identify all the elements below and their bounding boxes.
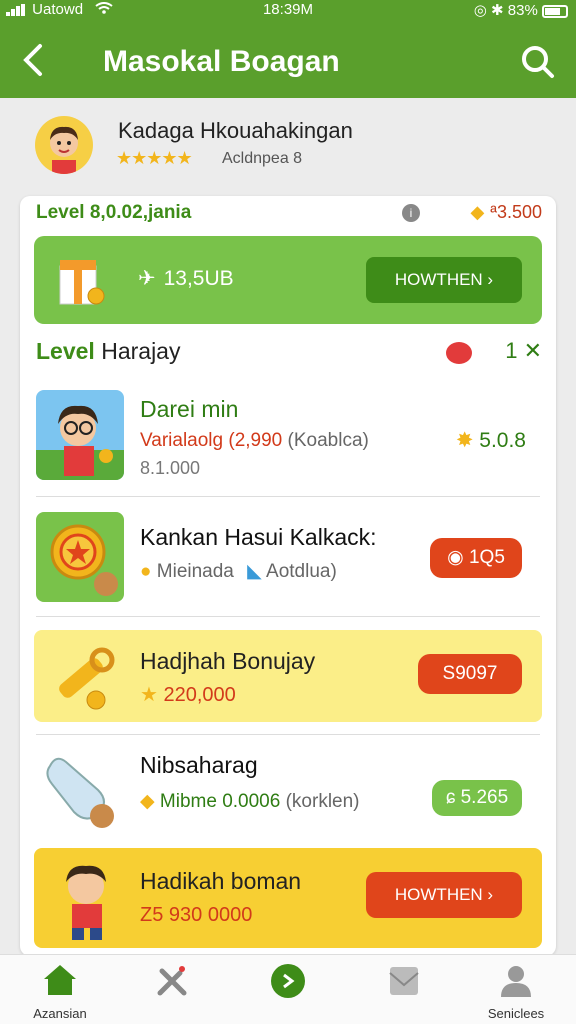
- item-subtitle: ● Mieinada ◣ Aotdlua): [140, 560, 337, 583]
- battery-percent: 83%: [507, 2, 538, 19]
- coin-icon: ◉: [447, 547, 464, 568]
- item-badge-value: 1Q5: [468, 547, 505, 568]
- item-badge: ✸ 5.0.8: [456, 428, 526, 453]
- item-subtitle-secondary: (korklen): [280, 791, 360, 812]
- search-button[interactable]: [518, 42, 558, 82]
- search-icon: [522, 46, 554, 78]
- coin-icon: ●: [140, 561, 152, 582]
- notification-icon[interactable]: [446, 342, 472, 364]
- rewards-card: Level 8,0.02,jania i ◆ ª3.500 ✈ 13,5UB HOW…: [20, 196, 556, 956]
- item-title: Kankan Hasui Kalkack:: [140, 524, 377, 550]
- item-amount: 8.1.000: [140, 458, 201, 478]
- section-title-bold: Level: [36, 338, 95, 364]
- divider: [36, 616, 540, 617]
- item-badge-value: 5.265: [460, 787, 509, 808]
- home-icon: [44, 965, 76, 995]
- item-amount: ★ 220,000: [140, 682, 236, 707]
- status-bar: Uatowd 18:39M ◎ ✱ 83%: [0, 0, 576, 22]
- item-subtitle: ◆ Mibme 0.0006 (korklen): [140, 790, 360, 813]
- star-icon: ★: [140, 684, 158, 706]
- nav-item-play[interactable]: [238, 963, 338, 1004]
- nav-row: Masokal Boagan: [0, 38, 576, 86]
- profile-name: Kadaga Hkouahakingan: [118, 118, 353, 143]
- item-badge-value: 5.0.8: [479, 429, 526, 452]
- location-icon: ◎: [473, 2, 487, 19]
- character-icon: [66, 865, 106, 940]
- sparkle-icon: ✸: [455, 429, 474, 452]
- profile-icon: [501, 966, 531, 997]
- key-icon: [59, 647, 115, 710]
- rocket-icon: ✈: [138, 267, 156, 290]
- list-item[interactable]: Darei min Varialaolg (2,990 (Koablca) 8.…: [34, 388, 542, 488]
- list-item-highlight[interactable]: Hadikah boman Z5 930 0000 HOWTHEN ›: [34, 848, 542, 948]
- item-title: Nibsaharag: [140, 752, 258, 778]
- app-header: Uatowd 18:39M ◎ ✱ 83% Masokal Boagan: [0, 0, 576, 98]
- bolt-icon: ◆: [140, 791, 155, 812]
- item-title: Darei min: [140, 396, 239, 422]
- nav-label: Azansian: [33, 1006, 87, 1021]
- item-subtitle-secondary: (Koablca): [282, 430, 369, 451]
- item-title: Hadikah boman: [140, 868, 302, 894]
- item-badge[interactable]: S9097: [418, 654, 522, 694]
- nav-item-home[interactable]: Azansian: [10, 963, 110, 1021]
- level-header-coins: ◆ ª3.500: [470, 202, 542, 223]
- item-subtitle-secondary: Aotdlua): [266, 561, 337, 582]
- nav-item-inbox[interactable]: [354, 963, 454, 1004]
- promo-amount: 13,5UB: [163, 267, 234, 290]
- divider: [36, 496, 540, 497]
- rating-label: Acldnpea 8: [222, 150, 303, 167]
- bottom-nav: Azansian Seniclees: [0, 954, 576, 1024]
- page-title: Masokal Boagan: [103, 45, 340, 78]
- coin-thumbnail: [36, 512, 124, 602]
- wifi-icon: [95, 1, 113, 18]
- inbox-icon: [389, 967, 419, 995]
- list-item[interactable]: Kankan Hasui Kalkack: ● Mieinada ◣ Aotdl…: [34, 512, 542, 604]
- carrier-name: Uatowd: [32, 1, 84, 18]
- rating-stars: ★★★★★: [116, 148, 193, 168]
- signal-icon: [6, 4, 28, 17]
- bluetooth-icon: ✱: [491, 2, 504, 19]
- nav-label: Seniclees: [487, 1006, 545, 1021]
- chevron-left-icon: [23, 44, 42, 76]
- avatar[interactable]: [35, 116, 93, 174]
- section-title-rest: Harajay: [94, 338, 181, 364]
- section-count[interactable]: 1 ✕: [505, 338, 542, 364]
- item-badge[interactable]: ◉ 1Q5: [430, 538, 522, 578]
- item-title: Hadjhah Bonujay: [140, 648, 316, 674]
- claim-button[interactable]: HOWTHEN ›: [366, 872, 522, 918]
- status-right: ◎ ✱ 83%: [474, 1, 568, 19]
- divider: [36, 734, 540, 735]
- nav-item-tools[interactable]: [122, 963, 222, 1004]
- item-subtitle-primary: Varialaolg (2,990: [140, 430, 283, 451]
- status-left: Uatowd: [6, 1, 113, 18]
- play-icon: [271, 964, 305, 998]
- battery-icon: [542, 4, 568, 18]
- list-item-highlight[interactable]: Hadjhah Bonujay ★ 220,000 S9097: [34, 630, 542, 722]
- character-thumbnail: [36, 390, 124, 480]
- promo-banner: ✈ 13,5UB HOWTHEN ›: [34, 236, 542, 324]
- coin-icon: ◆: [470, 202, 485, 222]
- gift-icon: [59, 260, 105, 305]
- glove-icon: [46, 757, 114, 828]
- tag-icon: ◣: [247, 561, 262, 582]
- info-icon[interactable]: i: [402, 204, 420, 222]
- profile-header: Kadaga Hkouahakingan ★★★★★ Acldnpea 8: [0, 98, 576, 194]
- list-item[interactable]: Nibsaharag ◆ Mibme 0.0006 (korklen) ɕ 5.…: [34, 748, 542, 838]
- section-title: Level Harajay: [36, 338, 180, 365]
- nav-item-profile[interactable]: Seniclees: [466, 963, 566, 1021]
- level-header-label: Level 8,0.02,jania: [36, 202, 192, 223]
- item-amount-value: 220,000: [163, 684, 236, 706]
- bolt-icon: ɕ: [445, 787, 456, 808]
- back-button[interactable]: [18, 40, 58, 84]
- item-amount: Z5 930 0000: [140, 904, 253, 926]
- item-badge[interactable]: ɕ 5.265: [432, 780, 522, 816]
- tools-icon: [157, 966, 187, 996]
- item-subtitle-primary: Mieinada: [156, 561, 234, 582]
- coins-value: ª3.500: [490, 202, 542, 222]
- promo-button[interactable]: HOWTHEN ›: [366, 257, 522, 303]
- item-subtitle: Varialaolg (2,990 (Koablca): [140, 430, 369, 452]
- item-subtitle-primary: Mibme 0.0006: [159, 791, 281, 812]
- promo-value: ✈ 13,5UB: [138, 266, 234, 291]
